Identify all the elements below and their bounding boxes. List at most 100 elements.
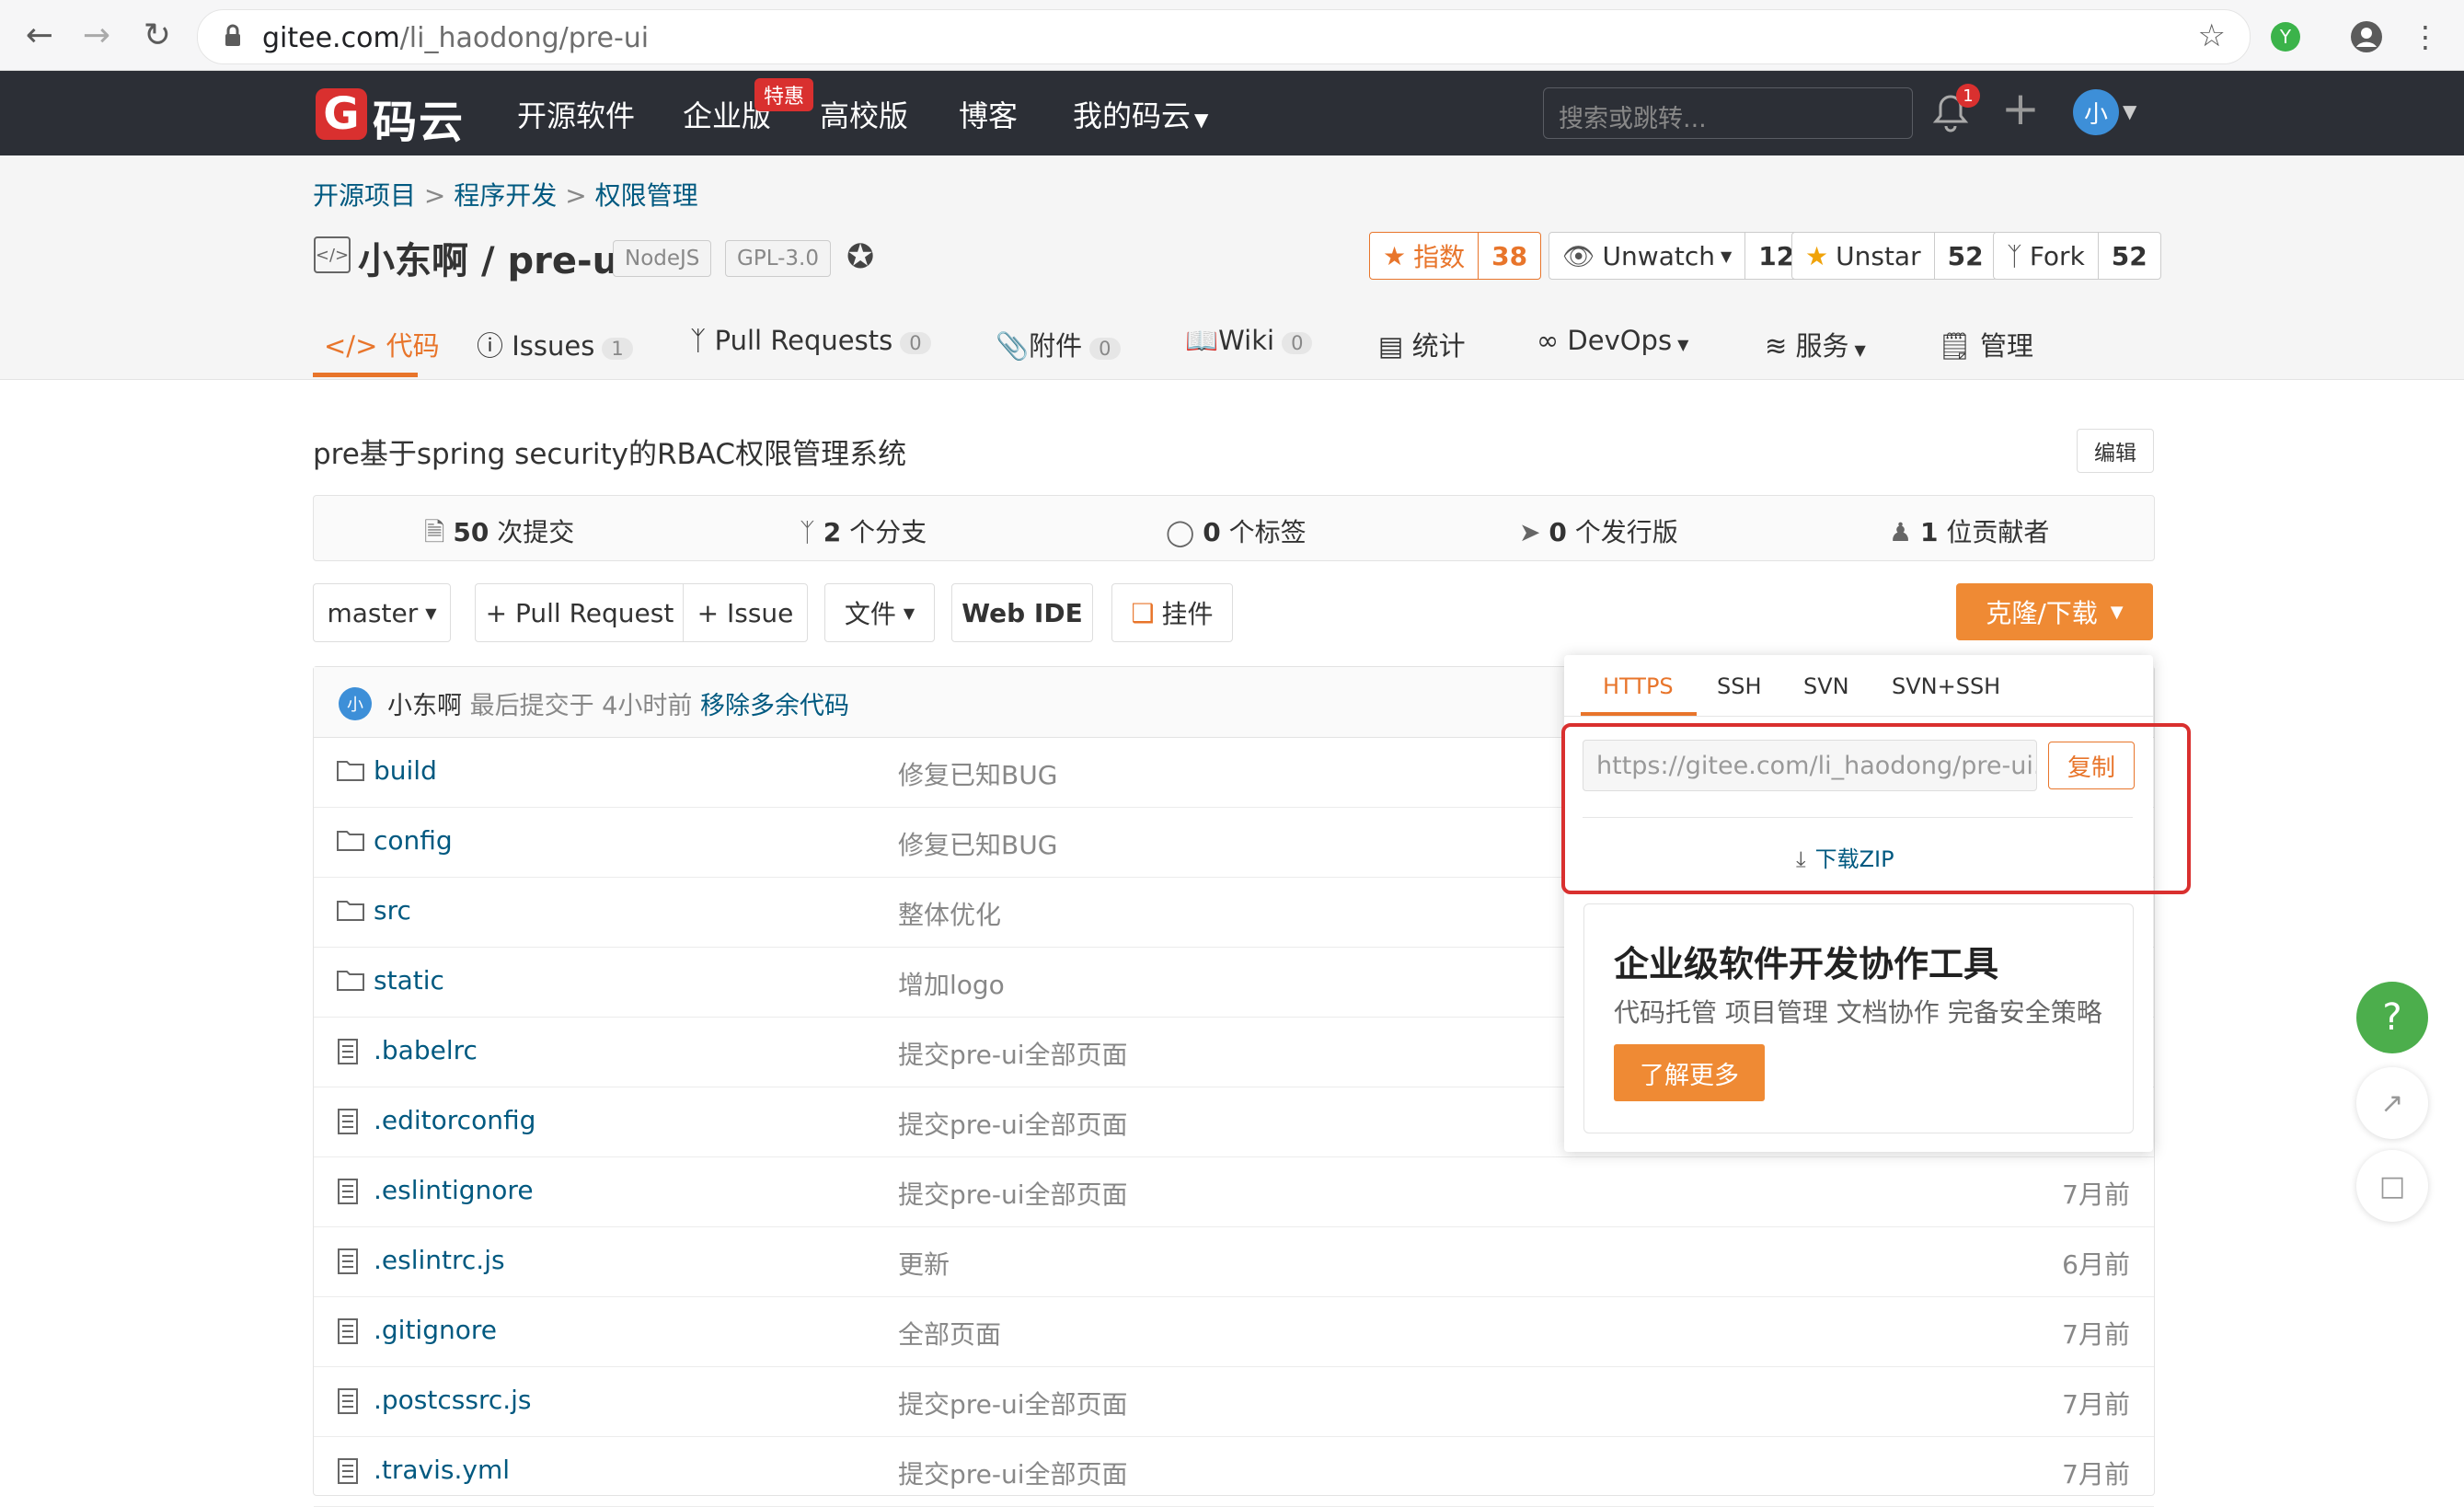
stat-branches[interactable]: ᛉ 2 个分支 [800,512,927,549]
reload-icon[interactable]: ↻ [134,13,180,57]
file-commit-message[interactable]: 更新 [898,1245,950,1282]
table-row[interactable]: .travis.yml 提交pre-ui全部页面 7月前 [314,1436,2154,1507]
nav-blog[interactable]: 博客 [959,93,1018,135]
repo-owner[interactable]: 小东啊 [358,240,468,282]
index-button[interactable]: ★ 指数 38 [1369,232,1542,280]
file-name[interactable]: config [374,825,453,856]
branch-select[interactable]: master ▼ [313,583,451,642]
protocol-tab-svn-ssh[interactable]: SVN+SSH [1892,673,2000,699]
learn-more-button[interactable]: 了解更多 [1614,1044,1765,1101]
forward-arrow-icon[interactable]: → [74,13,120,57]
tab-issues[interactable]: ⓘ Issues 1 [477,325,633,363]
tab-manage[interactable]: 🗒 管理 [1938,325,2033,363]
protocol-tab-https[interactable]: HTTPS [1603,673,1674,699]
logo-text[interactable]: 码云 [373,86,465,150]
share-external-icon[interactable]: ↗ [2356,1067,2428,1139]
file-name[interactable]: .eslintrc.js [374,1245,505,1275]
file-commit-message[interactable]: 提交pre-ui全部页面 [898,1175,1128,1212]
file-commit-message[interactable]: 增加logo [898,965,1005,1002]
file-commit-message[interactable]: 提交pre-ui全部页面 [898,1455,1128,1491]
file-name[interactable]: .eslintignore [374,1175,534,1205]
kebab-menu-icon[interactable]: ⋮ [2405,17,2446,57]
star-count[interactable]: 52 [1935,233,1997,279]
breadcrumb-dev[interactable]: 程序开发 [454,180,557,211]
new-pull-request-button[interactable]: + Pull Request [475,583,685,642]
download-zip-link[interactable]: ⤓ 下载ZIP [1796,841,1894,873]
edit-description-button[interactable]: 编辑 [2077,429,2154,473]
stat-tags[interactable]: ◯ 0 个标签 [1166,512,1307,549]
file-name[interactable]: .gitignore [374,1315,497,1345]
file-name[interactable]: build [374,755,437,786]
commit-message[interactable]: 移除多余代码 [700,692,849,720]
file-commit-message[interactable]: 全部页面 [898,1315,1001,1352]
watch-button[interactable]: 👁 Unwatch ▼ 12 [1549,232,1809,280]
fork-button[interactable]: ᛉ Fork 52 [1993,232,2161,280]
tag-language[interactable]: NodeJS [613,240,712,277]
plus-icon[interactable]: + [2001,82,2040,135]
award-badge-icon[interactable]: ✪ [846,238,883,276]
stat-releases[interactable]: ➤ 0 个发行版 [1519,512,1678,549]
new-issue-button[interactable]: + Issue [683,583,808,642]
table-row[interactable]: .postcssrc.js 提交pre-ui全部页面 7月前 [314,1366,2154,1437]
stat-commits[interactable]: 🗎 50 次提交 [424,512,574,558]
tab-code[interactable]: </> 代码 [324,325,440,363]
nav-university[interactable]: 高校版 [820,93,908,135]
file-name[interactable]: .travis.yml [374,1455,510,1485]
file-name[interactable]: .babelrc [374,1035,478,1065]
fork-count[interactable]: 52 [2099,233,2160,279]
file-commit-message[interactable]: 整体优化 [898,895,1001,932]
widget-button[interactable]: ❑ 挂件 [1111,583,1233,642]
index-value: 38 [1491,240,1528,271]
bookmark-star-icon[interactable]: ☆ [2198,17,2226,54]
file-name[interactable]: static [374,965,444,995]
search-input[interactable]: 搜索或跳转... [1543,87,1913,139]
file-name[interactable]: src [374,895,411,926]
file-icon [337,1318,364,1344]
help-button[interactable]: ? [2356,982,2428,1053]
extension-icon[interactable]: Y [2265,17,2306,57]
clone-url-input[interactable]: https://gitee.com/li_haodong/pre-ui.git [1583,740,2037,791]
file-name[interactable]: .editorconfig [374,1105,535,1135]
tab-attachments[interactable]: 📎附件 0 [996,325,1121,363]
chevron-down-icon: ▼ [425,604,437,622]
file-commit-message[interactable]: 提交pre-ui全部页面 [898,1105,1128,1142]
breadcrumb-open-source[interactable]: 开源项目 [313,180,416,211]
tab-wiki[interactable]: 📖Wiki 0 [1185,325,1313,357]
file-commit-message[interactable]: 修复已知BUG [898,755,1057,792]
clone-download-button[interactable]: 克隆/下载 ▼ [1956,583,2153,640]
tab-devops[interactable]: ∞ DevOps ▼ [1537,325,1688,356]
tab-services[interactable]: ≋ 服务 ▼ [1765,325,1866,363]
table-row[interactable]: .eslintignore 提交pre-ui全部页面 7月前 [314,1156,2154,1227]
breadcrumb-permission[interactable]: 权限管理 [595,180,698,211]
tab-label: Issues [512,330,595,362]
tab-stats[interactable]: ▤ 统计 [1378,325,1466,363]
file-icon [337,1109,364,1134]
protocol-tab-svn[interactable]: SVN [1803,673,1849,699]
file-commit-message[interactable]: 修复已知BUG [898,825,1057,862]
commit-author[interactable]: 小东啊 [387,692,462,720]
file-menu-button[interactable]: 文件 ▼ [824,583,935,642]
web-ide-button[interactable]: Web IDE [951,583,1093,642]
stat-contributors[interactable]: ♟ 1 位贡献者 [1889,512,2049,549]
profile-icon[interactable] [2346,17,2387,57]
star-button[interactable]: ★ Unstar 52 [1791,232,1998,280]
avatar[interactable]: 小 [2073,89,2119,135]
avatar[interactable]: 小 [339,687,372,720]
address-bar[interactable]: gitee.com/li_haodong/pre-ui ☆ [197,9,2251,64]
table-row[interactable]: .gitignore 全部页面 7月前 [314,1296,2154,1367]
tab-label: 统计 [1411,330,1466,362]
file-commit-message[interactable]: 提交pre-ui全部页面 [898,1035,1128,1072]
file-commit-message[interactable]: 提交pre-ui全部页面 [898,1385,1128,1421]
gitee-logo[interactable]: G [316,88,367,140]
nav-open-source[interactable]: 开源软件 [517,93,635,135]
nav-my-gitee[interactable]: 我的码云 ▼ [1073,93,1208,135]
protocol-tab-ssh[interactable]: SSH [1717,673,1762,699]
copy-button[interactable]: 复制 [2048,742,2135,789]
table-row[interactable]: .eslintrc.js 更新 6月前 [314,1226,2154,1297]
chevron-down-icon[interactable]: ▼ [2123,100,2136,122]
tab-pull-requests[interactable]: ᛉ Pull Requests 0 [690,325,931,356]
back-arrow-icon[interactable]: ← [17,13,63,57]
tag-license[interactable]: GPL-3.0 [725,240,831,277]
file-name[interactable]: .postcssrc.js [374,1385,532,1415]
chat-icon[interactable]: □ [2356,1150,2428,1222]
